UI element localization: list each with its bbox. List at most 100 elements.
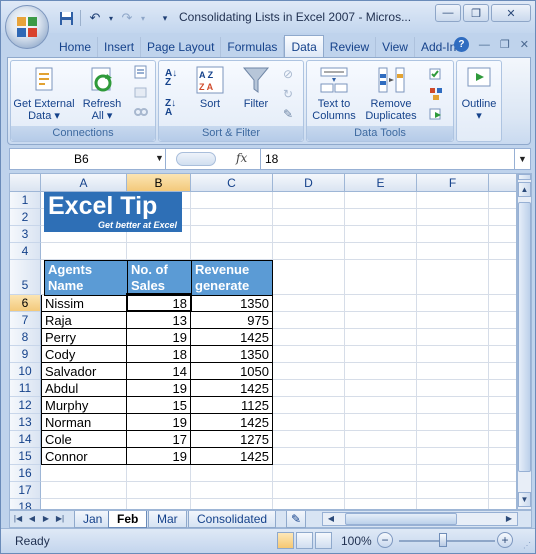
tab-page-layout[interactable]: Page Layout bbox=[141, 37, 222, 57]
column-header-c[interactable]: C bbox=[191, 174, 273, 192]
table-cell[interactable]: 1275 bbox=[191, 431, 273, 448]
table-cell[interactable]: 19 bbox=[127, 414, 191, 431]
refresh-all-button[interactable]: Refresh All ▾ bbox=[79, 65, 125, 122]
insert-function-icon[interactable]: fx bbox=[236, 151, 247, 165]
header-no-of-sales[interactable]: No. of Sales bbox=[127, 260, 192, 296]
column-header-f[interactable]: F bbox=[417, 174, 489, 192]
active-cell-b6[interactable] bbox=[126, 293, 192, 312]
outline-button[interactable]: Outline ▾ bbox=[459, 65, 499, 122]
what-if-analysis-icon[interactable] bbox=[429, 107, 445, 121]
header-agents-name[interactable]: Agents Name bbox=[44, 260, 128, 296]
clear-filter-icon[interactable]: ⊘ bbox=[283, 67, 299, 81]
name-box-dropdown-icon[interactable]: ▼ bbox=[155, 153, 164, 163]
advanced-filter-icon[interactable]: ✎ bbox=[283, 107, 299, 121]
column-header-a[interactable]: A bbox=[41, 174, 127, 192]
horizontal-scroll-thumb[interactable] bbox=[345, 513, 457, 525]
consolidate-icon[interactable] bbox=[429, 87, 445, 101]
sort-descending-icon[interactable]: Z↓ A bbox=[165, 99, 185, 119]
text-to-columns-button[interactable]: Text to Columns bbox=[309, 65, 359, 122]
sort-button[interactable]: A Z Z A Sort bbox=[191, 65, 229, 110]
row-header-4[interactable]: 4 bbox=[10, 243, 41, 260]
table-cell[interactable]: 1425 bbox=[191, 329, 273, 346]
next-sheet-icon[interactable]: ▶ bbox=[40, 512, 52, 526]
resize-grip-icon[interactable]: ⋰ bbox=[523, 541, 533, 551]
row-header-10[interactable]: 10 bbox=[10, 363, 41, 380]
row-header-14[interactable]: 14 bbox=[10, 431, 41, 448]
expand-formula-bar-icon[interactable]: ▼ bbox=[514, 149, 530, 169]
row-header-17[interactable]: 17 bbox=[10, 482, 41, 499]
filter-button[interactable]: Filter bbox=[237, 65, 275, 110]
zoom-level[interactable]: 100% bbox=[341, 534, 372, 548]
scroll-down-icon[interactable]: ▼ bbox=[518, 492, 531, 507]
tab-insert[interactable]: Insert bbox=[98, 37, 142, 57]
customize-qat-icon[interactable]: ▾ bbox=[156, 9, 174, 27]
row-header-7[interactable]: 7 bbox=[10, 312, 41, 329]
table-cell[interactable]: Murphy bbox=[41, 397, 127, 414]
sheet-tab-jan[interactable]: Jan bbox=[74, 511, 112, 528]
table-cell[interactable]: Cody bbox=[41, 346, 127, 363]
table-cell[interactable]: 1425 bbox=[191, 448, 273, 465]
table-cell[interactable]: Perry bbox=[41, 329, 127, 346]
sort-ascending-icon[interactable]: A↓ Z bbox=[165, 69, 185, 89]
table-cell[interactable]: 15 bbox=[127, 397, 191, 414]
table-cell[interactable]: 1425 bbox=[191, 380, 273, 397]
row-header-16[interactable]: 16 bbox=[10, 465, 41, 482]
remove-duplicates-button[interactable]: Remove Duplicates bbox=[363, 65, 419, 122]
row-header-2[interactable]: 2 bbox=[10, 209, 41, 226]
zoom-slider-track[interactable] bbox=[399, 540, 495, 542]
edit-links-icon[interactable] bbox=[133, 105, 149, 119]
table-cell[interactable]: 1125 bbox=[191, 397, 273, 414]
table-cell[interactable]: 975 bbox=[191, 312, 273, 329]
select-all-corner[interactable] bbox=[10, 174, 41, 192]
data-validation-icon[interactable] bbox=[429, 67, 445, 81]
row-header-18[interactable]: 18 bbox=[10, 499, 41, 509]
workbook-restore-icon[interactable]: ❐ bbox=[500, 38, 510, 51]
row-header-5[interactable]: 5 bbox=[10, 260, 41, 295]
minimize-button[interactable]: — bbox=[435, 4, 461, 22]
table-cell[interactable]: Salvador bbox=[41, 363, 127, 380]
restore-button[interactable]: ❐ bbox=[463, 4, 489, 22]
formula-bar-resize-handle[interactable] bbox=[176, 152, 216, 166]
zoom-out-icon[interactable]: − bbox=[377, 532, 393, 548]
row-header-13[interactable]: 13 bbox=[10, 414, 41, 431]
sheet-tab-feb[interactable]: Feb bbox=[108, 511, 148, 528]
undo-icon[interactable]: ↶ bbox=[86, 9, 104, 27]
office-button[interactable] bbox=[5, 5, 49, 49]
redo-dropdown-icon[interactable]: ▾ bbox=[139, 9, 147, 27]
table-cell[interactable]: 13 bbox=[127, 312, 191, 329]
zoom-in-icon[interactable]: + bbox=[497, 532, 513, 548]
table-cell[interactable]: 14 bbox=[127, 363, 191, 380]
row-header-15[interactable]: 15 bbox=[10, 448, 41, 465]
first-sheet-icon[interactable]: |◀ bbox=[12, 512, 24, 526]
table-cell[interactable]: Nissim bbox=[41, 295, 127, 312]
redo-icon[interactable]: ↷ bbox=[118, 9, 136, 27]
table-cell[interactable]: 1350 bbox=[191, 346, 273, 363]
scroll-up-icon[interactable]: ▲ bbox=[518, 182, 531, 197]
table-cell[interactable]: 18 bbox=[127, 346, 191, 363]
workbook-close-icon[interactable]: ✕ bbox=[520, 38, 529, 51]
properties-icon[interactable] bbox=[133, 85, 149, 99]
row-header-11[interactable]: 11 bbox=[10, 380, 41, 397]
row-header-1[interactable]: 1 bbox=[10, 192, 41, 209]
vertical-scrollbar[interactable]: ▲ ▼ bbox=[517, 173, 532, 510]
table-cell[interactable]: 19 bbox=[127, 329, 191, 346]
table-cell[interactable]: 1350 bbox=[191, 295, 273, 312]
close-button[interactable]: ✕ bbox=[491, 4, 531, 22]
name-box[interactable]: B6 bbox=[10, 149, 166, 169]
scroll-left-icon[interactable]: ◀ bbox=[325, 512, 337, 526]
row-header-9[interactable]: 9 bbox=[10, 346, 41, 363]
table-cell[interactable]: 19 bbox=[127, 380, 191, 397]
table-cell[interactable]: 19 bbox=[127, 448, 191, 465]
table-cell[interactable]: Connor bbox=[41, 448, 127, 465]
vertical-scroll-thumb[interactable] bbox=[518, 202, 531, 472]
table-cell[interactable]: Norman bbox=[41, 414, 127, 431]
row-header-6[interactable]: 6 bbox=[10, 295, 41, 312]
workbook-minimize-icon[interactable]: — bbox=[479, 39, 490, 51]
row-header-3[interactable]: 3 bbox=[10, 226, 41, 243]
column-header-b[interactable]: B bbox=[127, 174, 191, 192]
help-icon[interactable]: ? bbox=[453, 37, 469, 52]
table-cell[interactable]: 1050 bbox=[191, 363, 273, 380]
horizontal-scrollbar[interactable]: ◀ ▶ bbox=[322, 512, 518, 526]
table-cell[interactable]: Raja bbox=[41, 312, 127, 329]
table-cell[interactable]: 17 bbox=[127, 431, 191, 448]
